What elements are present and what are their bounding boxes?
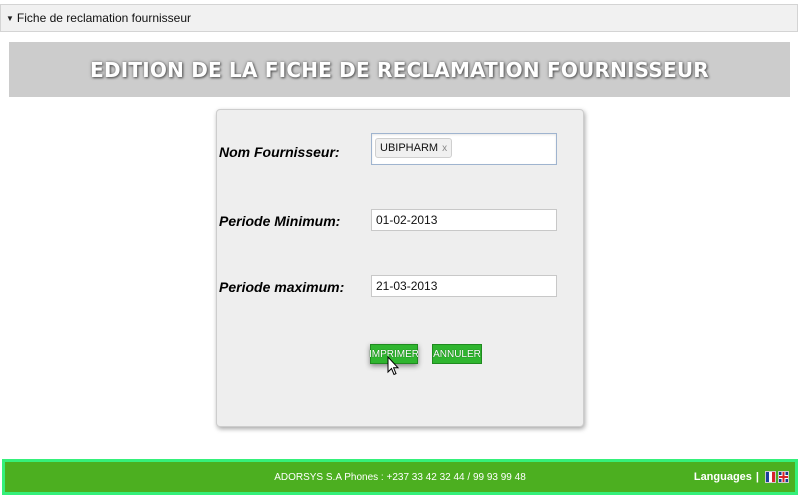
period-max-input[interactable]: 21-03-2013 [371,275,557,297]
flag-fr-icon[interactable] [765,471,776,483]
mouse-cursor-icon [387,356,400,376]
supplier-label: Nom Fournisseur: [219,144,340,160]
supplier-select[interactable]: UBIPHARM x [371,133,557,165]
footer: ADORSYS S.A Phones : +237 33 42 32 44 / … [2,459,798,495]
supplier-chip: UBIPHARM x [375,138,453,158]
title-banner: EDITION DE LA FICHE DE RECLAMATION FOURN… [9,42,790,97]
flag-uk-icon[interactable] [778,471,789,483]
footer-company-text: ADORSYS S.A Phones : +237 33 42 32 44 / … [274,471,526,483]
supplier-chip-label: UBIPHARM [380,142,439,154]
cancel-button[interactable]: ANNULER [432,344,482,364]
period-max-label: Periode maximum: [219,279,345,295]
chip-remove-icon[interactable]: x [442,143,447,154]
period-min-input[interactable]: 01-02-2013 [371,209,557,231]
languages-separator: | [755,471,759,483]
page-title: EDITION DE LA FICHE DE RECLAMATION FOURN… [90,57,709,82]
period-min-label: Periode Minimum: [219,213,341,229]
collapse-triangle-icon[interactable]: ▼ [6,14,14,23]
language-selector: Languages | [694,462,789,492]
languages-label: Languages [693,471,752,483]
panel-title: Fiche de reclamation fournisseur [16,11,192,25]
panel-header[interactable]: ▼ Fiche de reclamation fournisseur [0,4,798,32]
